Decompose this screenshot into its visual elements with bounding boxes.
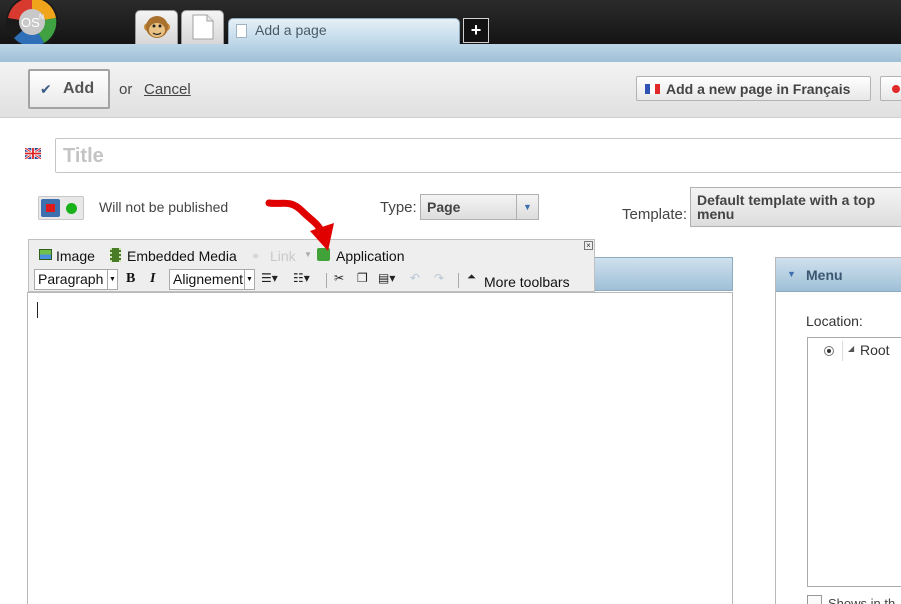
shows-in-menu-label: Shows in th: [828, 596, 896, 604]
monkey-icon: [144, 16, 170, 38]
add-button[interactable]: ✔ Add: [28, 69, 110, 109]
paste-icon[interactable]: ▤▾: [378, 271, 395, 285]
expand-triangle-icon[interactable]: ◢: [848, 344, 854, 353]
tab-monkey[interactable]: [135, 10, 178, 44]
tree-divider: [842, 341, 843, 361]
paragraph-format-select[interactable]: Paragraph ▼: [34, 269, 118, 290]
location-tree: ◢ Root: [807, 337, 901, 587]
unpublished-state: [41, 199, 60, 217]
text-cursor: [37, 302, 38, 318]
svg-text:N: N: [39, 14, 44, 21]
more-toolbars-icon: ⏶: [467, 271, 476, 283]
content-editor[interactable]: [27, 292, 733, 604]
add-japanese-page-button[interactable]: [880, 76, 901, 101]
add-french-page-button[interactable]: Add a new page in Français: [636, 76, 871, 101]
osn-logo[interactable]: OS N: [0, 0, 76, 50]
tree-item-root[interactable]: Root: [860, 342, 890, 358]
cancel-link[interactable]: Cancel: [144, 81, 191, 98]
type-value: Page: [427, 199, 461, 215]
menu-panel-title: Menu: [806, 267, 843, 283]
red-square-icon: [46, 204, 55, 212]
template-label: Template:: [622, 206, 688, 223]
svg-text:OS: OS: [21, 15, 40, 30]
link-icon: ⚭: [251, 251, 261, 263]
shows-in-menu-checkbox[interactable]: [807, 595, 822, 604]
checkmark-icon: ✔: [40, 81, 52, 97]
cut-icon[interactable]: ✂: [334, 271, 344, 285]
template-select[interactable]: Default template with a top menu: [690, 187, 901, 227]
chevron-down-icon: ▼: [107, 270, 117, 289]
add-french-page-label: Add a new page in Français: [666, 81, 851, 97]
menu-panel: ▼ Menu Location: ◢ Root Shows in th: [775, 257, 901, 604]
paragraph-format-value: Paragraph: [38, 271, 104, 287]
bullet-list-icon[interactable]: ☰▾: [261, 271, 278, 285]
more-toolbars-button[interactable]: More toolbars: [484, 274, 570, 290]
link-dropdown-icon[interactable]: ▼: [304, 250, 312, 259]
document-icon: [236, 24, 247, 38]
add-button-label: Add: [63, 80, 95, 97]
france-flag-icon: [645, 84, 660, 94]
alignment-value: Alignement: [173, 271, 244, 287]
location-label: Location:: [806, 313, 863, 329]
bold-button[interactable]: B: [126, 271, 135, 287]
type-label: Type:: [380, 199, 417, 216]
top-bar: OS N Add a page +: [0, 0, 901, 62]
type-select[interactable]: Page ▼: [420, 194, 539, 220]
chevron-down-icon: ▼: [244, 270, 254, 289]
annotation-arrow-icon: [265, 199, 334, 251]
title-placeholder: Title: [63, 145, 104, 167]
page-icon: [192, 14, 214, 40]
toolbar-divider: [326, 273, 327, 288]
tab-add-a-page[interactable]: Add a page: [228, 18, 460, 44]
action-bar: ✔ Add or Cancel Add a new page in França…: [0, 62, 901, 118]
publish-toggle[interactable]: [38, 196, 84, 220]
alignment-select[interactable]: Alignement ▼: [169, 269, 255, 290]
collapse-triangle-icon: ▼: [787, 269, 796, 279]
embedded-media-button[interactable]: Embedded Media: [127, 248, 237, 264]
green-dot-icon: [66, 203, 77, 214]
menu-panel-header[interactable]: ▼ Menu: [776, 258, 901, 292]
close-toolbar-button[interactable]: ×: [584, 241, 593, 250]
publish-status-text: Will not be published: [99, 199, 229, 215]
tab-strip: [0, 44, 901, 62]
tab-page[interactable]: [181, 10, 224, 44]
toolbar-divider: [458, 273, 459, 288]
new-tab-button[interactable]: +: [463, 18, 489, 43]
italic-button[interactable]: I: [150, 271, 155, 287]
copy-icon[interactable]: ❐: [357, 271, 368, 285]
or-text: or: [119, 81, 133, 98]
undo-icon[interactable]: ↶: [410, 271, 420, 285]
root-radio[interactable]: [824, 346, 834, 356]
insert-image-button[interactable]: Image: [56, 248, 95, 264]
tab-label: Add a page: [255, 22, 327, 38]
uk-flag-icon: [25, 148, 41, 159]
numbered-list-icon[interactable]: ☷▾: [293, 271, 310, 285]
radio-dot: [827, 349, 831, 353]
template-value: Default template with a top menu: [697, 192, 876, 222]
japan-flag-icon: [892, 85, 900, 93]
application-button[interactable]: Application: [336, 248, 405, 264]
film-icon: [110, 248, 121, 262]
title-input[interactable]: Title: [55, 138, 901, 173]
chevron-down-icon: ▼: [516, 195, 538, 219]
image-icon: [39, 249, 52, 260]
redo-icon[interactable]: ↷: [434, 271, 444, 285]
